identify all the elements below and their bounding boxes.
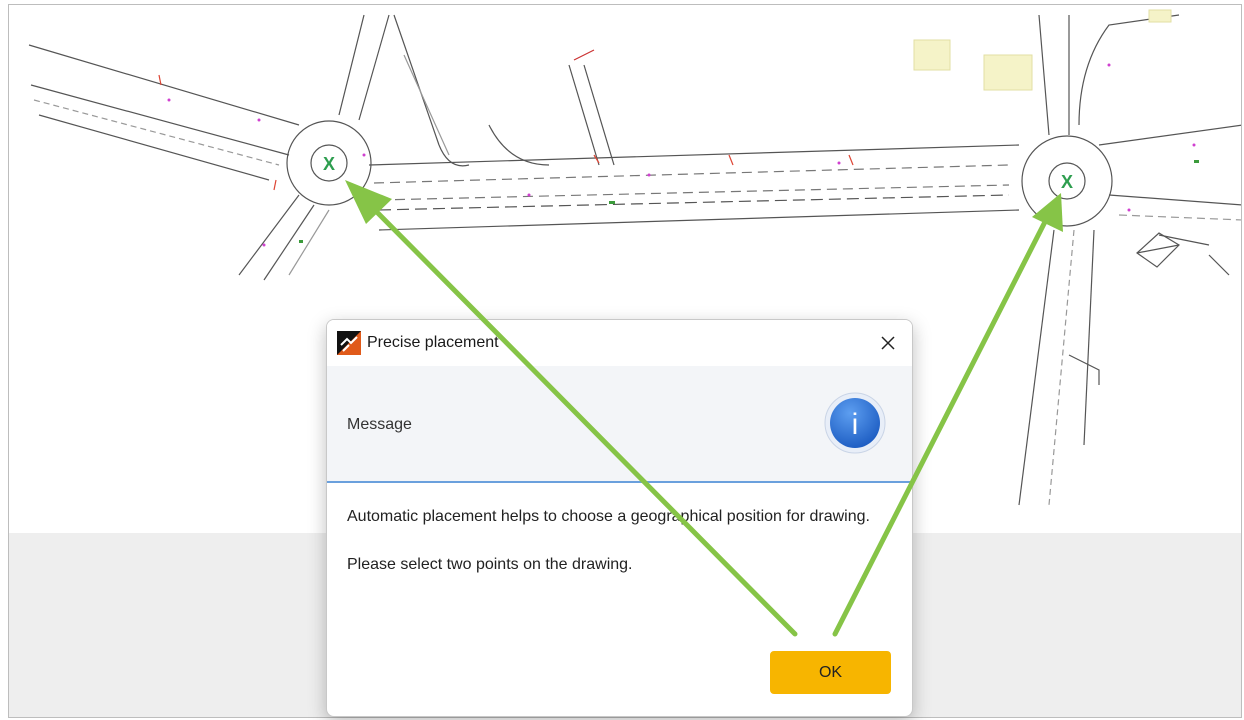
precise-placement-dialog: Precise placement Message i Automatic pl… bbox=[326, 319, 913, 717]
message-header: Message i bbox=[327, 366, 912, 483]
ok-button[interactable]: OK bbox=[770, 651, 891, 694]
app-logo-icon bbox=[337, 331, 361, 355]
svg-text:i: i bbox=[852, 408, 859, 441]
close-icon bbox=[881, 336, 895, 350]
message-label: Message bbox=[347, 416, 412, 433]
message-text-2: Please select two points on the drawing. bbox=[347, 556, 633, 573]
message-body: Automatic placement helps to choose a ge… bbox=[347, 505, 892, 601]
marker-left[interactable]: X bbox=[323, 154, 335, 174]
info-icon: i bbox=[824, 392, 886, 454]
dialog-title: Precise placement bbox=[367, 334, 499, 351]
message-text-1: Automatic placement helps to choose a ge… bbox=[347, 508, 870, 525]
close-button[interactable] bbox=[870, 326, 906, 360]
dialog-titlebar[interactable]: Precise placement bbox=[327, 320, 912, 366]
marker-right[interactable]: X bbox=[1061, 172, 1073, 192]
